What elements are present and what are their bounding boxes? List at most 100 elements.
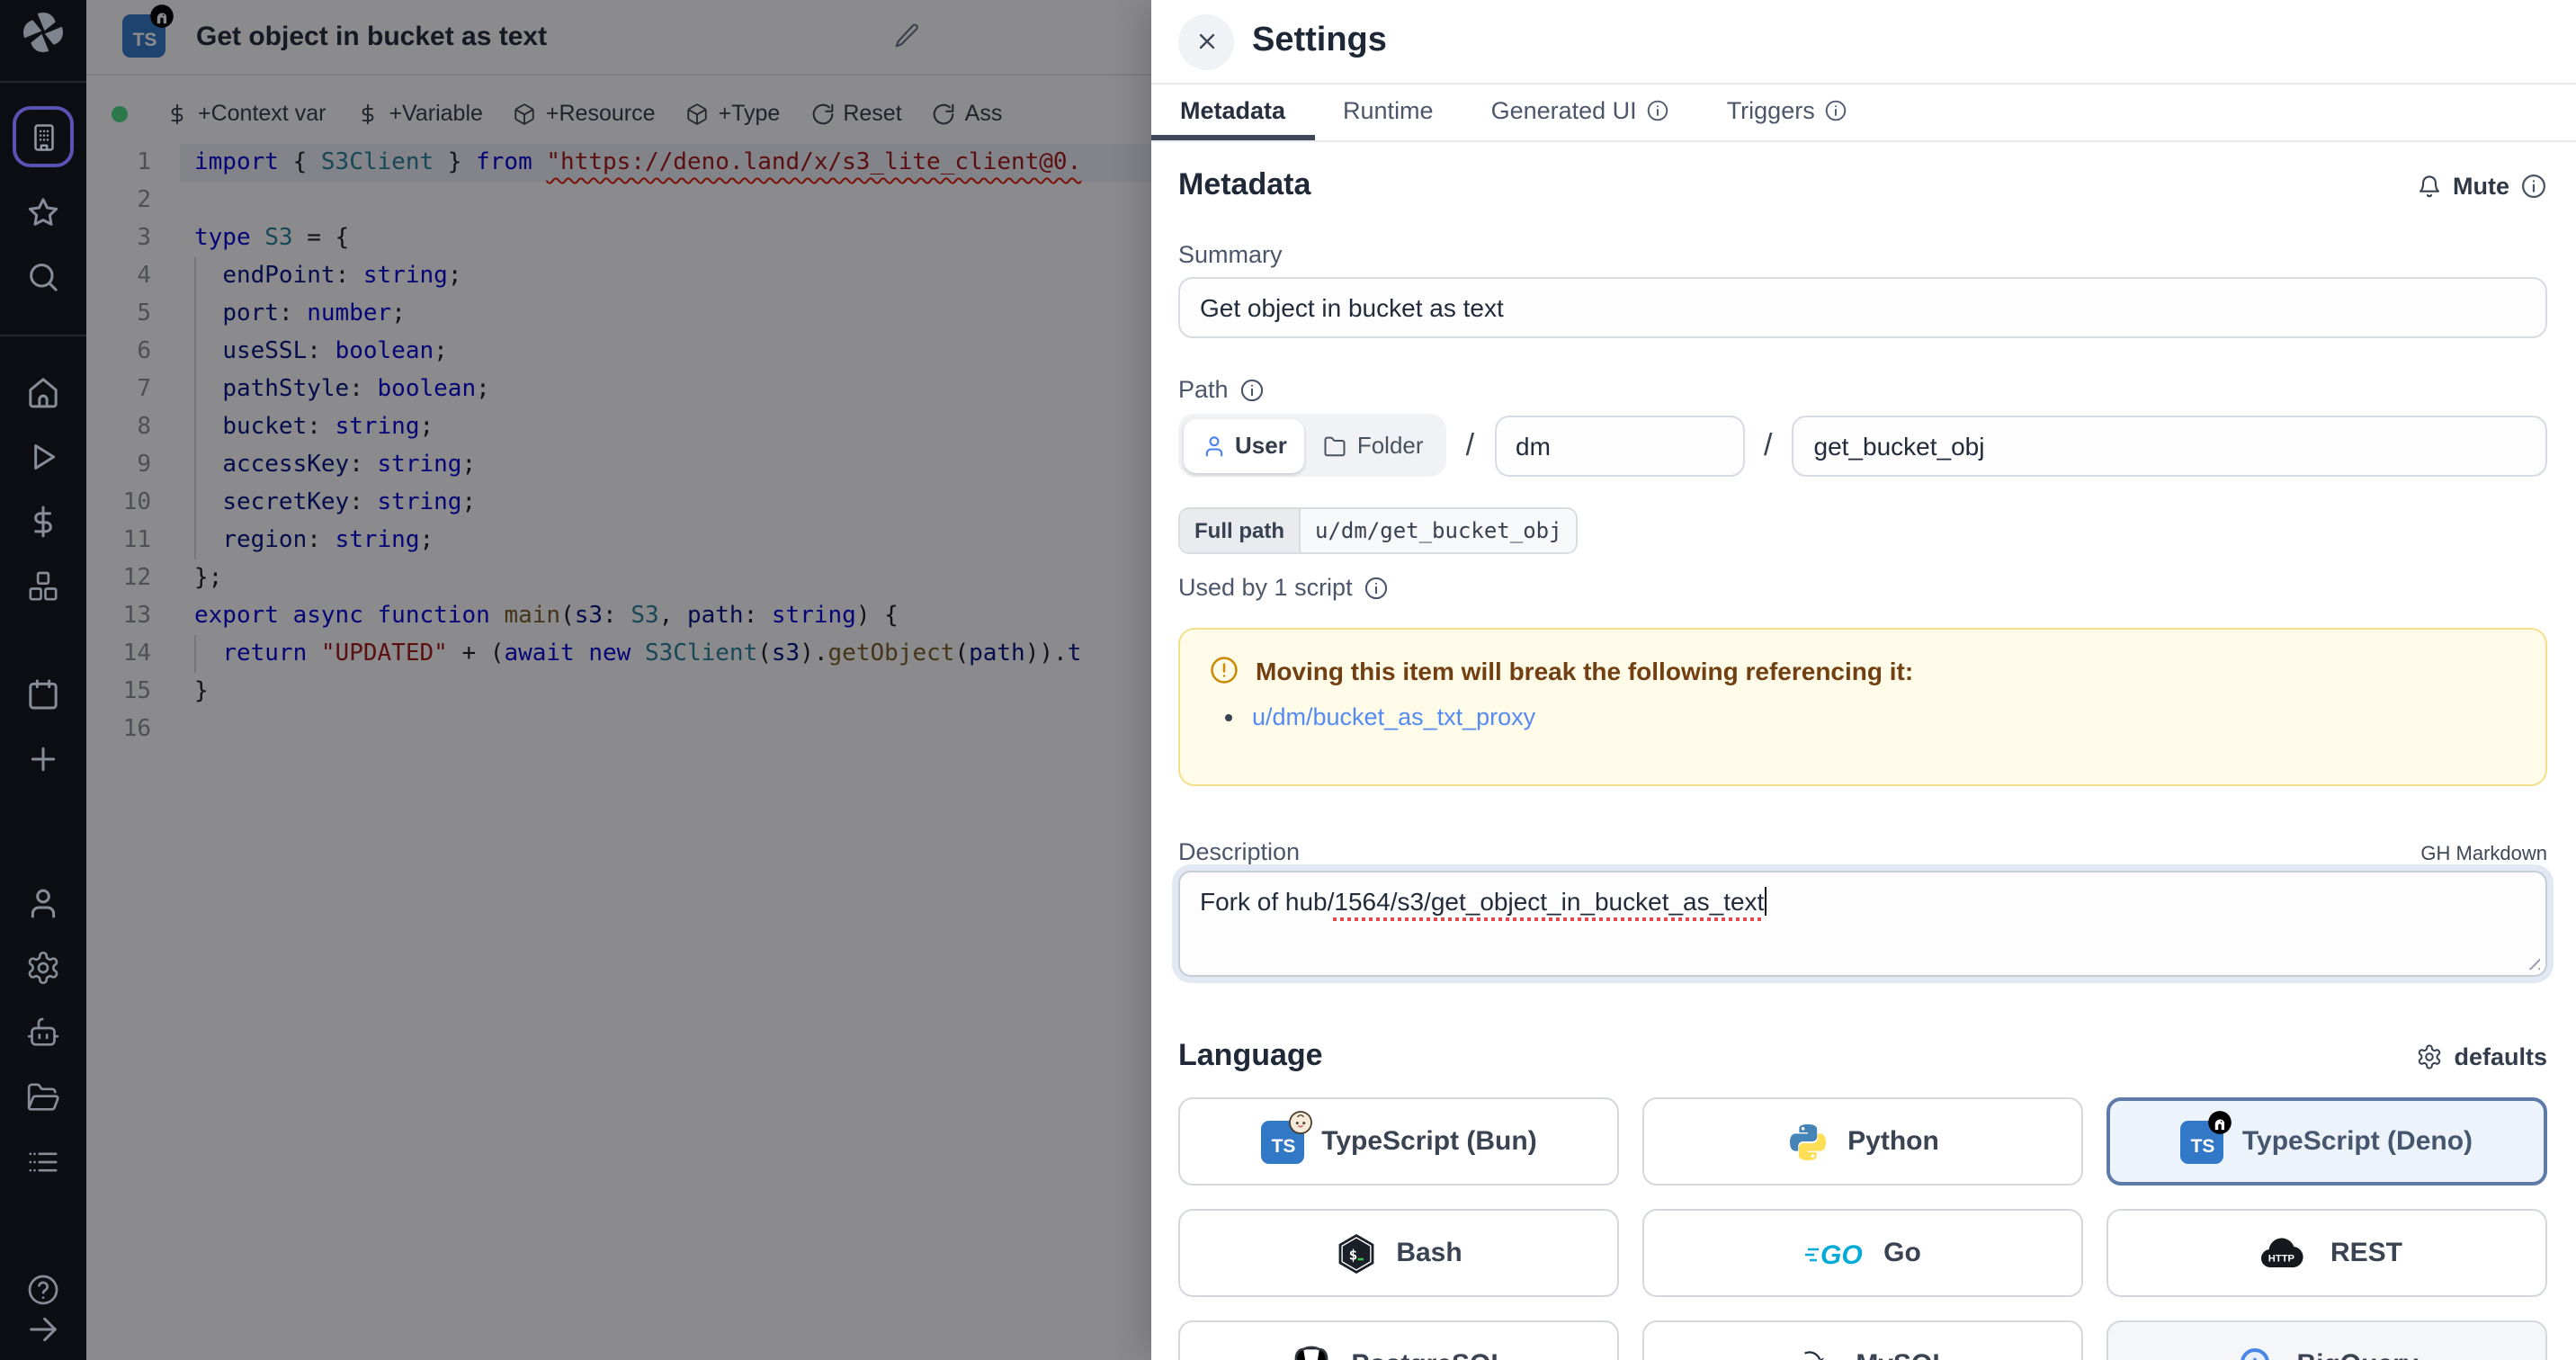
language-defaults-button[interactable]: defaults [2416, 1042, 2547, 1069]
typescript-bun-icon: TS [1260, 1120, 1303, 1163]
tab-triggers[interactable]: Triggers [1698, 85, 1876, 140]
language-card-label: Bash [1396, 1238, 1462, 1268]
modal-backdrop[interactable] [86, 0, 1151, 1360]
sidebar-item-gear[interactable] [0, 946, 86, 989]
markdown-hint: GH Markdown [2420, 844, 2547, 865]
language-card-label: BigQuery [2296, 1349, 2418, 1360]
owner-kind-label: Folder [1357, 432, 1424, 459]
boxes-icon [25, 568, 61, 604]
info-icon[interactable] [1364, 575, 1389, 600]
windmill-logo-icon [20, 9, 67, 56]
referencing-script-link[interactable]: u/dm/bucket_as_txt_proxy [1252, 703, 1535, 730]
description-textarea[interactable]: Fork of hub/1564/s3/get_object_in_bucket… [1178, 871, 2547, 977]
language-card-postgresql[interactable]: PostgreSQL [1178, 1320, 1619, 1360]
warning-reference-item: u/dm/bucket_as_txt_proxy [1252, 702, 2517, 733]
full-path-value: u/dm/get_bucket_obj [1299, 509, 1577, 552]
sidebar-divider [0, 335, 86, 336]
language-grid: TSTypeScript (Bun) Python TS TypeScript (De… [1178, 1097, 2547, 1360]
description-text-flagged: 1564/s3/get_object_in_bucket_as_text [1334, 887, 1764, 916]
tab-label: Generated UI [1491, 96, 1637, 123]
bash-icon: $ [1335, 1231, 1378, 1275]
gear-icon [25, 950, 61, 986]
svg-text:GO: GO [1820, 1239, 1863, 1269]
sidebar-item-list[interactable] [0, 1141, 86, 1184]
sidebar-item-home[interactable] [0, 371, 86, 414]
calendar-icon [25, 676, 61, 712]
arrow-right-icon [25, 1311, 61, 1347]
language-card-typescript-deno-[interactable]: TS TypeScript (Deno) [2106, 1097, 2547, 1186]
close-icon [1194, 29, 1219, 54]
language-heading: Language [1178, 1038, 1323, 1074]
language-card-bash[interactable]: $ Bash [1178, 1209, 1619, 1297]
language-card-label: TypeScript (Deno) [2242, 1126, 2473, 1157]
sidebar-item-plus[interactable] [0, 738, 86, 781]
sidebar-item-star[interactable] [0, 191, 86, 234]
close-settings-button[interactable] [1178, 13, 1234, 69]
owner-kind-user[interactable]: User [1183, 418, 1305, 472]
deno-icon [2208, 1109, 2233, 1134]
language-card-python[interactable]: Python [1642, 1097, 2083, 1186]
full-path-label: Full path [1180, 509, 1299, 552]
sidebar-item-arrow-right[interactable] [0, 1308, 86, 1351]
sidebar [0, 0, 86, 1360]
info-icon [1824, 98, 1847, 121]
path-row: User Folder / / [1178, 414, 2547, 477]
path-name-input[interactable] [1793, 415, 2548, 476]
summary-input[interactable] [1178, 277, 2547, 338]
tab-runtime[interactable]: Runtime [1314, 85, 1462, 140]
python-icon [1786, 1120, 1829, 1163]
sidebar-item-search[interactable] [0, 255, 86, 299]
help-icon [25, 1272, 61, 1308]
bun-icon [1287, 1109, 1312, 1134]
svg-text:$: $ [1349, 1246, 1358, 1263]
path-separator: / [1764, 427, 1772, 463]
list-icon [25, 1144, 61, 1180]
info-icon[interactable] [1239, 377, 1265, 402]
sidebar-item-calendar[interactable] [0, 673, 86, 716]
info-icon[interactable] [2520, 172, 2547, 199]
user-icon [25, 885, 61, 921]
language-card-go[interactable]: GO Go [1642, 1209, 2083, 1297]
settings-tabs: Metadata Runtime Generated UI Triggers [1151, 85, 2576, 142]
owner-kind-toggle: User Folder [1178, 414, 1446, 477]
sidebar-item-user[interactable] [0, 881, 86, 925]
language-card-bigquery[interactable]: BigQuery [2106, 1320, 2547, 1360]
go-icon: GO [1804, 1231, 1865, 1275]
building-icon [26, 120, 60, 154]
sidebar-item-play[interactable] [0, 435, 86, 479]
owner-kind-label: User [1235, 432, 1287, 459]
mute-label: Mute [2453, 172, 2509, 199]
language-card-label: Python [1847, 1126, 1939, 1157]
svg-text:TS: TS [2191, 1135, 2215, 1156]
bigquery-icon [2235, 1343, 2278, 1360]
metadata-heading: Metadata [1178, 167, 1310, 203]
path-separator: / [1466, 427, 1474, 463]
sidebar-item-dollar[interactable] [0, 500, 86, 543]
tab-label: Metadata [1180, 96, 1285, 123]
settings-drawer: Settings MetadataRuntimeGenerated UITrig… [1151, 0, 2576, 1360]
resize-handle[interactable] [2524, 953, 2540, 970]
svg-text:HTTP: HTTP [2269, 1253, 2296, 1264]
home-icon [25, 374, 61, 410]
tab-generated-ui[interactable]: Generated UI [1462, 85, 1698, 140]
owner-kind-folder[interactable]: Folder [1305, 418, 1442, 472]
language-card-label: Go [1883, 1238, 1921, 1268]
language-card-mysql[interactable]: MySQLMySQL [1642, 1320, 2083, 1360]
defaults-label: defaults [2454, 1042, 2547, 1069]
language-card-typescript-bun-[interactable]: TSTypeScript (Bun) [1178, 1097, 1619, 1186]
settings-title: Settings [1252, 0, 1387, 83]
sidebar-item-help[interactable] [0, 1268, 86, 1311]
app: TS Get object in bucket as text +Context… [0, 0, 2576, 1360]
full-path-badge: Full path u/dm/get_bucket_obj [1178, 507, 1579, 554]
used-by-label: Used by 1 script [1178, 574, 2547, 601]
description-text: Fork of hub/ [1200, 887, 1334, 916]
sidebar-item-boxes[interactable] [0, 565, 86, 608]
language-card-rest[interactable]: HTTPREST [2106, 1209, 2547, 1297]
sidebar-item-robot[interactable] [0, 1011, 86, 1054]
tab-metadata[interactable]: Metadata [1151, 85, 1314, 140]
settings-header: Settings [1151, 0, 2576, 85]
path-owner-input[interactable] [1494, 415, 1744, 476]
sidebar-item-folder-open[interactable] [0, 1076, 86, 1119]
sidebar-item-building[interactable] [13, 106, 74, 167]
mute-button[interactable]: Mute [2415, 172, 2547, 199]
